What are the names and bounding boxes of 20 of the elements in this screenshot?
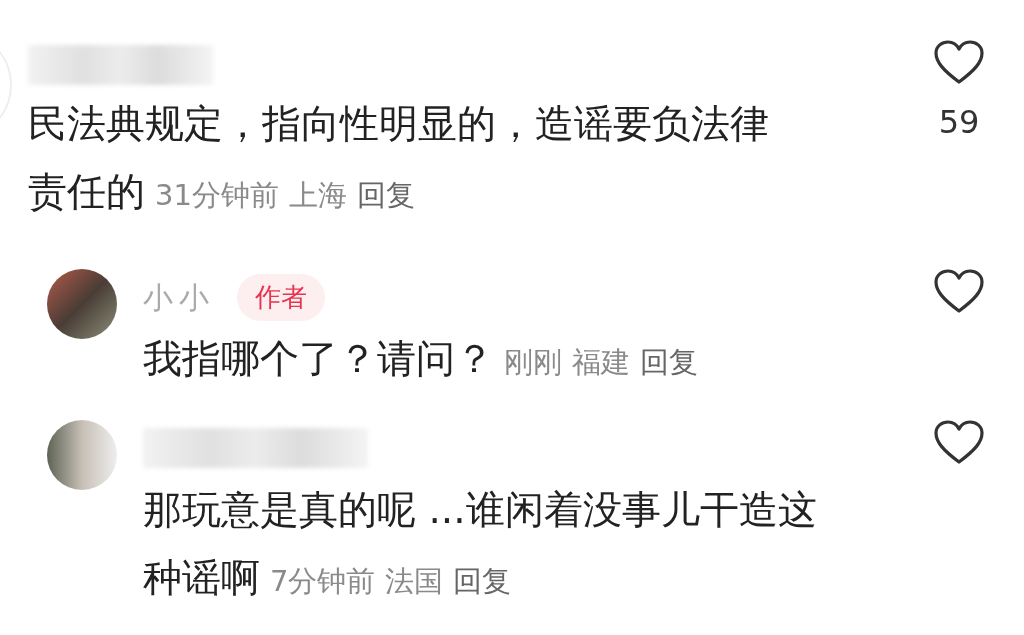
heart-icon[interactable] [933,420,985,466]
comment-text: 种谣啊 [143,555,260,600]
like-count: 59 [938,102,980,143]
reply-link[interactable]: 回复 [356,178,415,212]
heart-icon[interactable] [933,269,985,315]
comment-time: 7分钟前 [270,564,376,598]
comment-text: 责任的 [28,169,145,214]
comment-text: 我指哪个了？请问？ [143,336,494,381]
comment-location: 法国 [385,564,444,598]
user-name: 小小 [143,278,215,317]
comment-text: 那玩意是真的呢 ...谁闲着没事儿干造这 [143,487,817,532]
comment-location: 上海 [288,178,347,212]
comment-time: 31分钟前 [155,178,279,212]
reply-link[interactable]: 回复 [640,345,698,379]
reply-link[interactable]: 回复 [453,564,512,598]
heart-icon[interactable] [933,40,985,86]
comment-text: 民法典规定，指向性明显的，造谣要负法律 [28,101,769,146]
comment-time: 刚刚 [504,345,562,379]
author-badge: 作者 [237,273,325,321]
comment-location: 福建 [572,345,630,379]
